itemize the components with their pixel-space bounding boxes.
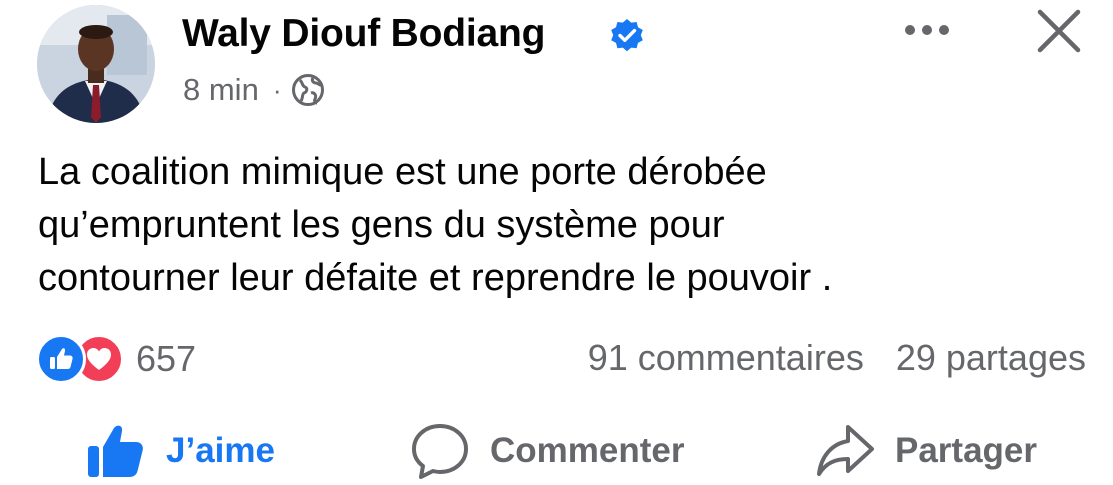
- like-button[interactable]: J’aime: [86, 420, 275, 482]
- like-icon: [36, 334, 86, 384]
- reactions-summary[interactable]: 657: [36, 334, 196, 384]
- author-name[interactable]: Waly Diouf Bodiang: [182, 9, 545, 59]
- share-button-label: Partager: [895, 431, 1038, 470]
- post-text-line: contourner leur défaite et reprendre le …: [38, 257, 833, 299]
- engagement-stats: 91 commentaires 29 partages: [588, 333, 1086, 383]
- share-count[interactable]: 29 partages: [896, 337, 1086, 379]
- close-icon[interactable]: [1034, 8, 1084, 54]
- post-meta: 8 min ·: [183, 70, 325, 110]
- share-icon: [817, 425, 874, 476]
- share-button[interactable]: Partager: [815, 420, 1037, 482]
- reaction-count[interactable]: 657: [136, 338, 196, 380]
- timestamp[interactable]: 8 min: [183, 72, 259, 108]
- thumbs-up-icon: [88, 425, 143, 477]
- comment-icon: [412, 424, 468, 479]
- avatar[interactable]: [37, 5, 155, 123]
- meta-separator: ·: [272, 75, 282, 105]
- comment-count[interactable]: 91 commentaires: [588, 337, 864, 379]
- comment-button[interactable]: Commenter: [410, 420, 684, 482]
- post-text-line: qu’empruntent les gens du système pour: [38, 204, 725, 246]
- comment-button-label: Commenter: [490, 431, 685, 470]
- verified-badge-icon: [611, 19, 643, 52]
- post-text: La coalition mimique est une porte dérob…: [38, 146, 1078, 305]
- action-bar: J’aime Commenter Partager: [0, 420, 1113, 482]
- globe-icon: [292, 74, 325, 106]
- more-options-icon[interactable]: [900, 12, 954, 48]
- facebook-post: Waly Diouf Bodiang 8 min · La coalition …: [0, 0, 1113, 485]
- post-text-line: La coalition mimique est une porte dérob…: [38, 151, 767, 193]
- like-button-label: J’aime: [166, 431, 275, 470]
